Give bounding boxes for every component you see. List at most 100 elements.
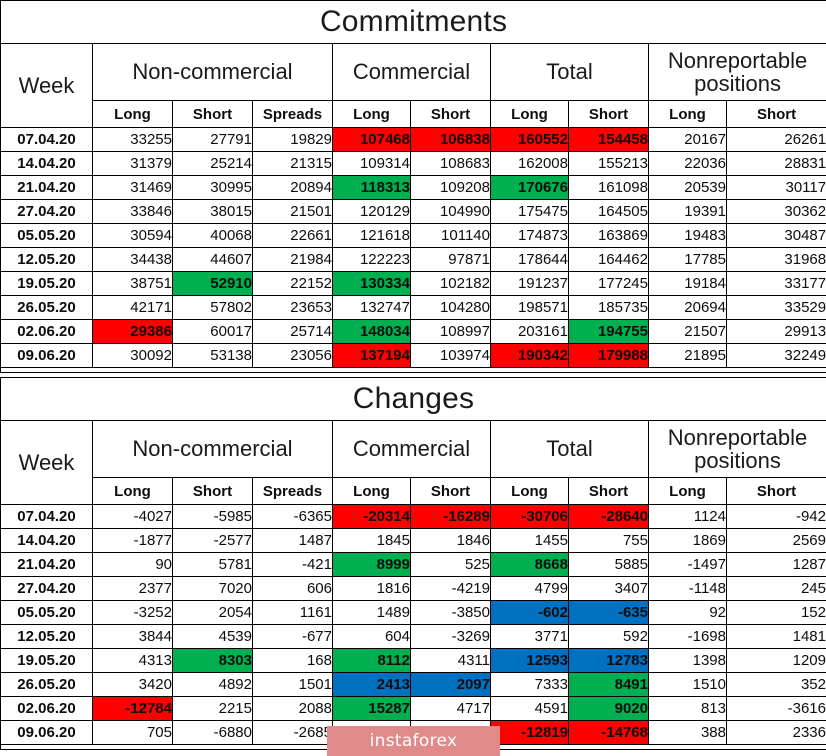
cell-value: 57802 [172, 295, 253, 320]
cell-value: 198571 [490, 295, 569, 320]
cell-value: 1161 [252, 600, 333, 625]
cell-value: 178644 [490, 247, 569, 272]
cell-week: 19.05.20 [0, 271, 93, 296]
cell-value: 8999 [332, 552, 411, 577]
cell-week: 12.05.20 [0, 624, 93, 649]
cell-value: -20314 [332, 504, 411, 529]
cell-value: 525 [410, 552, 491, 577]
cell-value: 2336 [726, 720, 826, 745]
table-title-row: Commitments [0, 0, 826, 44]
cell-value: 103974 [410, 343, 491, 368]
cell-value: 148034 [332, 319, 411, 344]
cell-value: 38015 [172, 199, 253, 224]
cot-table: Commitments Week Non-commercial Commercial T… [0, 0, 826, 373]
column-subheader: Long [648, 477, 727, 505]
cell-week: 19.05.20 [0, 648, 93, 673]
cell-value: 19829 [252, 127, 333, 152]
cell-value: -3616 [726, 696, 826, 721]
cell-value: 19391 [648, 199, 727, 224]
cell-value: 25714 [252, 319, 333, 344]
cell-value: 15287 [332, 696, 411, 721]
cell-value: 1481 [726, 624, 826, 649]
column-group-header: Non-commercial [92, 43, 333, 101]
watermark-label: instaforex [369, 731, 458, 751]
cell-value: -1497 [648, 552, 727, 577]
cell-value: 3407 [568, 576, 649, 601]
cell-value: 160552 [490, 127, 569, 152]
column-subheader: Long [648, 100, 727, 128]
cell-value: 813 [648, 696, 727, 721]
cell-value: 191237 [490, 271, 569, 296]
cell-value: 20539 [648, 175, 727, 200]
cell-value: 9020 [568, 696, 649, 721]
cell-value: 4717 [410, 696, 491, 721]
cell-value: 106838 [410, 127, 491, 152]
group-header-row: Week Non-commercial Commercial Total Nonrepo… [0, 420, 826, 505]
cell-value: 104280 [410, 295, 491, 320]
column-subheader: Spreads [252, 477, 333, 505]
cell-value: 245 [726, 576, 826, 601]
cell-value: 21895 [648, 343, 727, 368]
cell-value: 122223 [332, 247, 411, 272]
column-subheader: Short [568, 100, 649, 128]
cell-week: 27.04.20 [0, 199, 93, 224]
cell-value: 161098 [568, 175, 649, 200]
column-group-header: Non-commercial [92, 420, 333, 478]
cell-value: 705 [92, 720, 173, 745]
cell-week: 07.04.20 [0, 127, 93, 152]
cell-value: 38751 [92, 271, 173, 296]
column-group-header: Nonreportable positions [647, 43, 826, 101]
table-row: 02.06.20 29386 60017 25714 148034 108997 20316… [0, 319, 826, 344]
cell-value: 606 [252, 576, 333, 601]
cell-value: 185735 [568, 295, 649, 320]
table-title: Changes [0, 377, 826, 421]
cell-value: 42171 [92, 295, 173, 320]
cell-value: 121618 [332, 223, 411, 248]
column-header-week: Week [0, 420, 93, 505]
column-subheader: Short [568, 477, 649, 505]
table-row: 09.06.20 30092 53138 23056 137194 103974 19034… [0, 343, 826, 368]
column-subheader: Long [490, 477, 569, 505]
cell-week: 14.04.20 [0, 151, 93, 176]
cell-value: 22036 [648, 151, 727, 176]
cell-value: 12593 [490, 648, 569, 673]
cell-value: 4591 [490, 696, 569, 721]
cell-value: 1816 [332, 576, 411, 601]
cell-value: 1510 [648, 672, 727, 697]
cell-value: 29913 [725, 319, 826, 344]
cell-value: 22152 [252, 271, 333, 296]
cell-value: 107468 [332, 127, 411, 152]
cell-value: 137194 [332, 343, 411, 368]
cell-value: 8491 [568, 672, 649, 697]
cell-week: 27.04.20 [0, 576, 93, 601]
cell-value: 388 [648, 720, 727, 745]
cell-value: 190342 [490, 343, 569, 368]
cell-value: 1455 [490, 528, 569, 553]
cell-value: -14768 [568, 720, 649, 745]
cell-value: -16289 [410, 504, 491, 529]
cell-value: 23056 [252, 343, 333, 368]
cell-value: 164505 [568, 199, 649, 224]
cell-value: 120129 [332, 199, 411, 224]
cell-value: 22661 [252, 223, 333, 248]
cell-value: 164462 [568, 247, 649, 272]
cell-value: 30995 [172, 175, 253, 200]
column-subheader: Long [332, 100, 411, 128]
column-group-header: Nonreportable positions [648, 420, 826, 478]
cell-value: 53138 [172, 343, 253, 368]
cell-value: 40068 [172, 223, 253, 248]
cell-value: 162008 [490, 151, 569, 176]
column-subheader: Short [410, 100, 491, 128]
cell-value: 1209 [726, 648, 826, 673]
tables-container: Commitments Week Non-commercial Commercial T… [0, 0, 826, 750]
table-row: 27.04.20 33846 38015 21501 120129 104990 17547… [0, 199, 826, 224]
cell-value: 2569 [726, 528, 826, 553]
column-group-header: Total [490, 420, 649, 478]
cell-value: 21315 [252, 151, 333, 176]
cell-value: -635 [568, 600, 649, 625]
cell-value: 33255 [92, 127, 173, 152]
cell-week: 26.05.20 [0, 672, 93, 697]
cell-value: -677 [252, 624, 333, 649]
table-title-row: Changes [0, 377, 826, 421]
cell-value: 33846 [92, 199, 173, 224]
